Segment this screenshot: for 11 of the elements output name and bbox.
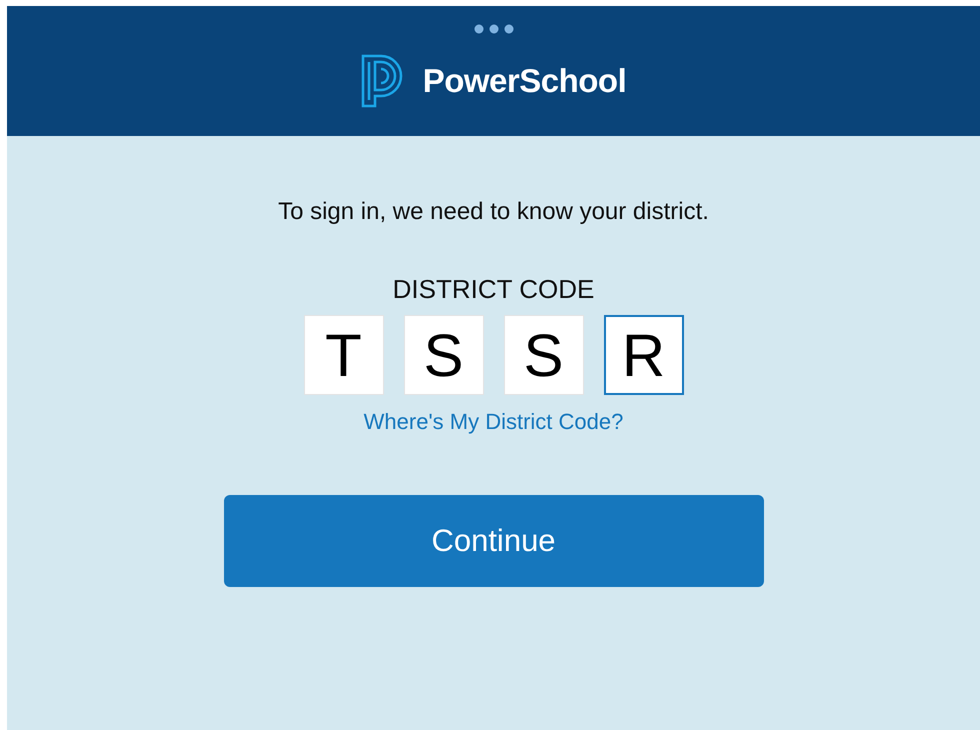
code-field[interactable]: S <box>504 315 584 395</box>
code-field[interactable]: R <box>604 315 684 395</box>
district-code-label: DISTRICT CODE <box>392 274 594 305</box>
continue-button[interactable]: Continue <box>224 495 764 587</box>
help-link[interactable]: Where's My District Code? <box>364 409 624 435</box>
code-field[interactable]: S <box>404 315 484 395</box>
code-field[interactable]: T <box>304 315 384 395</box>
brand-name: PowerSchool <box>422 62 626 100</box>
more-icon[interactable] <box>474 24 514 34</box>
logo-icon <box>360 54 403 108</box>
instruction-text: To sign in, we need to know your district. <box>278 198 709 226</box>
